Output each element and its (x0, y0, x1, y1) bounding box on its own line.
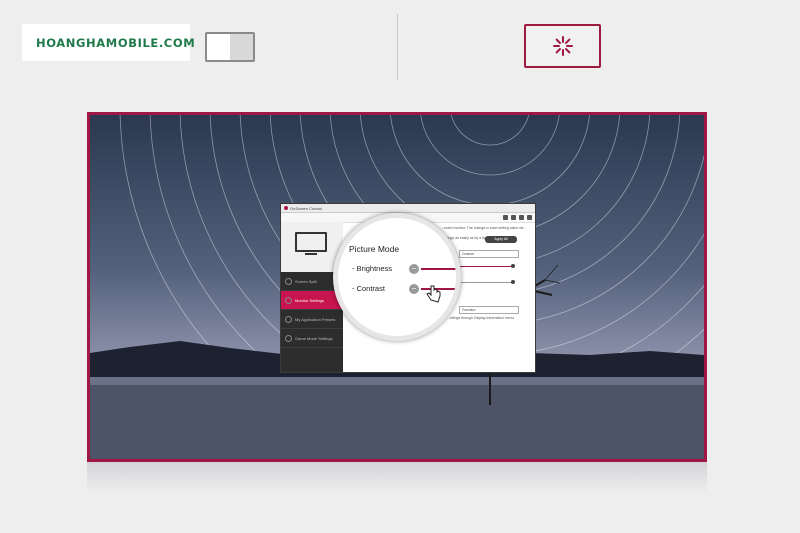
help-icon[interactable] (511, 215, 516, 220)
picture-mode-title: Picture Mode (349, 244, 400, 254)
description-text: ...ected monitor. The change in each set… (441, 226, 527, 230)
sidebar-item-monitor-settings[interactable]: Monitor Settings (281, 291, 343, 310)
window-sidebar: Screen Split Monitor Settings My Applica… (281, 222, 343, 372)
contrast-slider-track (459, 282, 513, 283)
info-icon[interactable] (519, 215, 524, 220)
product-showcase-frame: OnScreen Control Screen Split Monitor Se… (87, 112, 707, 462)
contrast-minus-button[interactable]: − (409, 284, 419, 294)
settings-button[interactable] (524, 24, 601, 68)
app-presets-icon (285, 315, 292, 323)
loading-spinner-icon (552, 36, 573, 56)
frame-reflection (87, 462, 707, 494)
brightness-slider-knob[interactable] (511, 264, 515, 268)
description-text-3: ...ettings through Display Information m… (447, 316, 515, 320)
sidebar-item-app-presets[interactable]: My Application Presets (281, 310, 343, 329)
contrast-slider-knob[interactable] (511, 280, 515, 284)
apply-all-button[interactable]: Apply All (485, 236, 517, 243)
window-title: OnScreen Control (290, 205, 323, 211)
toggle-icon[interactable] (205, 32, 255, 62)
hoanghamobile-logo[interactable]: HOANGHAMOBILE.COM (22, 24, 195, 61)
close-icon[interactable] (527, 215, 532, 220)
contrast-label: - Contrast (352, 284, 385, 293)
brightness-slider[interactable] (421, 268, 456, 270)
hand-cursor-icon (426, 285, 441, 303)
function-select[interactable]: Function (459, 306, 519, 314)
sidebar-item-label: My Application Presets (295, 316, 336, 322)
screen-split-icon (285, 277, 292, 285)
window-titlebar: OnScreen Control (281, 204, 535, 213)
header-divider (397, 14, 398, 80)
sidebar-item-game-mode[interactable]: Game Mode Settings (281, 329, 343, 348)
brightness-slider-track (459, 266, 513, 267)
game-mode-icon (285, 334, 292, 342)
monitor-stand-icon (305, 253, 317, 255)
brightness-minus-button[interactable]: − (409, 264, 419, 274)
brightness-label: - Brightness (352, 264, 393, 273)
logo-text: HOANGHAMOBILE.COM (36, 35, 196, 50)
app-logo-icon (284, 206, 288, 210)
monitor-icon (295, 232, 327, 252)
settings-icon[interactable] (503, 215, 508, 220)
sidebar-item-label: Screen Split (295, 278, 317, 284)
zoom-magnifier: Picture Mode - Brightness − - Contrast − (333, 213, 461, 341)
monitor-settings-icon (285, 296, 292, 304)
picture-mode-select[interactable]: Custom (459, 250, 519, 258)
sidebar-item-label: Monitor Settings (295, 297, 324, 303)
sidebar-item-label: Game Mode Settings (295, 335, 333, 341)
